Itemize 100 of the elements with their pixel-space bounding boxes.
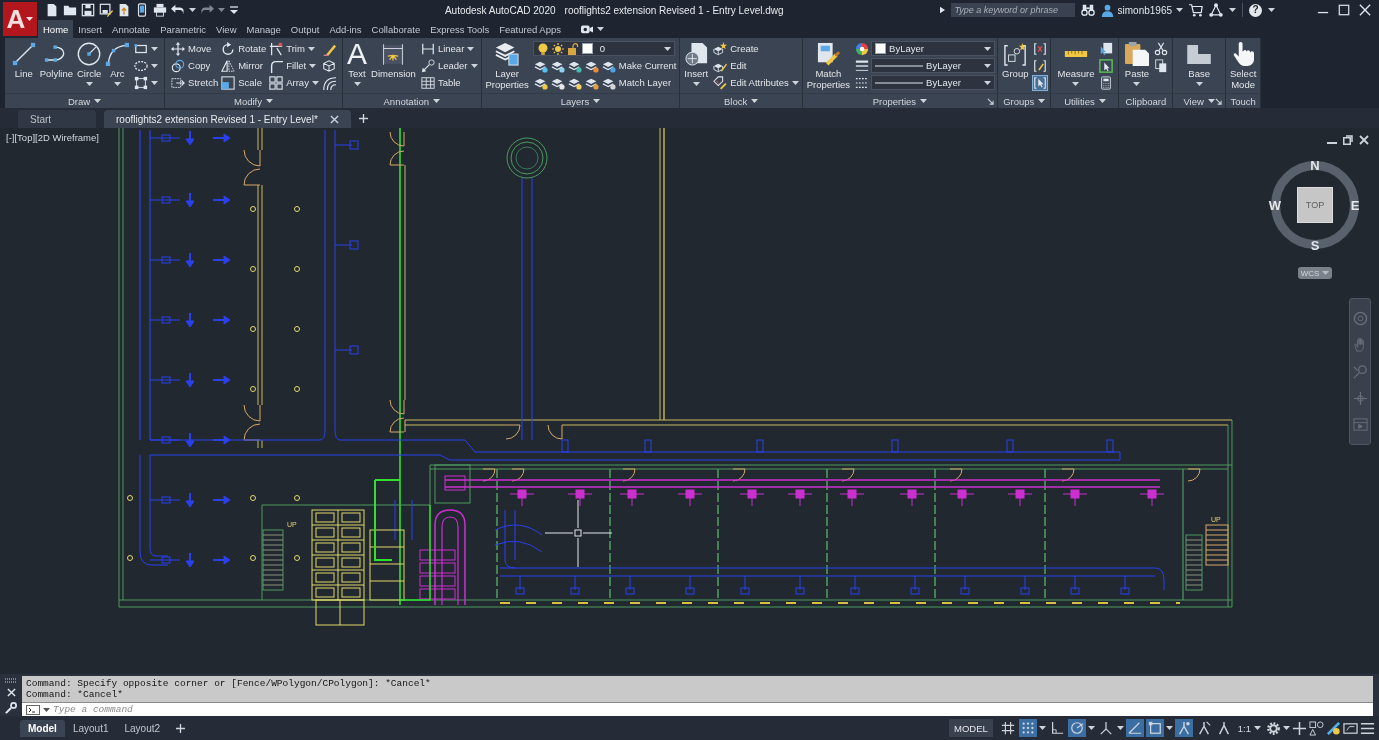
caret-icon[interactable] [1087,726,1095,730]
ribbon-button[interactable]: A Text [345,40,369,87]
ribbon-button[interactable]: Measure [1055,40,1097,87]
tool-button[interactable] [854,40,871,57]
screen-icon[interactable] [1343,720,1358,736]
tool-button[interactable]: Array [268,74,320,91]
corner-arrow-icon[interactable] [1214,97,1222,105]
caret-icon[interactable] [1116,726,1124,730]
cart-icon[interactable] [1189,3,1203,17]
mobile-device-icon[interactable] [135,3,149,17]
panel-title[interactable]: Touch [1230,95,1256,107]
corner-arrow-icon[interactable] [987,97,995,105]
file-tab[interactable]: Start [18,110,96,128]
folder-icon[interactable] [63,3,77,17]
ribbon-button[interactable]: Paste [1122,40,1152,87]
panel-title[interactable]: Properties [872,95,928,107]
panel-title[interactable]: Utilities [1064,95,1106,107]
ribbon-button[interactable]: Polyline [37,40,75,87]
tool-button[interactable]: Scale [220,74,268,91]
ribbon-button[interactable]: Insert [682,40,711,87]
tool-button[interactable] [1153,40,1170,57]
model-space-button[interactable]: MODEL [949,719,993,737]
panel-title[interactable]: Annotation [383,95,440,107]
ribbon-tab[interactable]: Parametric [155,20,212,38]
visual-style-menu[interactable]: [2D Wireframe] [35,132,99,143]
tool-button[interactable]: Edit Attributes [712,74,800,91]
bar-caret-icon[interactable] [229,6,239,14]
panel-title[interactable]: Layers [560,95,601,107]
tool-button[interactable] [133,74,160,91]
tool-button[interactable] [1098,40,1115,57]
color-dropdown[interactable]: ByLayer [871,41,996,56]
document-icon[interactable] [45,3,59,17]
ribbon-tab[interactable]: Home [38,20,74,38]
tool-button[interactable]: Table [419,74,479,91]
app-menu-button[interactable]: A [3,2,37,36]
caret-icon[interactable] [1165,726,1173,730]
ribbon-button[interactable]: Group [1000,40,1031,81]
restore-icon[interactable] [1343,135,1353,145]
ribbon-tab[interactable]: Express Tools [425,20,495,38]
close-icon[interactable] [1359,4,1371,16]
caret-icon[interactable] [1268,8,1275,12]
layout-tab[interactable]: Model [20,719,65,737]
document-arrow-icon[interactable] [117,3,131,17]
ribbon-tab[interactable]: Output [285,20,325,38]
caret-icon[interactable] [218,8,225,12]
caret-icon[interactable] [596,27,604,31]
layer-dropdown[interactable]: 0 [532,41,675,56]
tool-button[interactable]: Linear [419,40,479,57]
layout-tab[interactable]: Layout2 [116,719,169,737]
viewport-menu[interactable]: [-] [6,132,15,143]
ribbon-tab[interactable]: Insert [73,20,108,38]
tool-button[interactable] [1032,57,1049,74]
tool-button[interactable]: Fillet [268,57,320,74]
tool-button[interactable]: Edit [712,57,800,74]
ribbon-button[interactable]: Dimension [369,40,418,87]
ribbon-button[interactable]: Select Mode [1227,40,1259,91]
layout-tab[interactable]: Layout1 [64,719,117,737]
ribbon-tab[interactable]: Annotate [107,20,156,38]
ribbon-tab[interactable]: Featured Apps [494,20,566,38]
plus-icon[interactable] [1292,720,1307,736]
ribbon-button[interactable]: Circle [75,40,104,87]
status-toggle[interactable] [1145,719,1164,737]
disk-pencil-icon[interactable] [99,3,113,17]
tool-button[interactable] [1032,74,1049,91]
shapes-icon[interactable] [1309,720,1324,736]
status-toggle[interactable] [1174,719,1193,737]
panel-title[interactable]: Groups [1003,95,1046,107]
tool-button[interactable]: Match Layer [600,74,678,91]
triangle-nodes-icon[interactable] [1209,3,1223,17]
tool-button[interactable]: Copy [170,57,220,74]
tool-button[interactable]: Rotate [220,40,268,57]
caret-icon[interactable] [43,707,50,712]
viewcube-top-face[interactable]: TOP [1297,187,1333,223]
tool-button[interactable]: Trim [268,40,320,57]
caret-icon[interactable] [1038,726,1046,730]
caret-icon[interactable] [1283,726,1290,730]
plus-icon[interactable] [358,113,368,123]
status-toggle[interactable] [1067,719,1086,737]
close-icon[interactable] [329,114,339,124]
ribbon-tab[interactable]: Collaborate [366,20,426,38]
panel-title[interactable]: Block [723,95,759,107]
ribbon-tab[interactable]: View [211,20,242,38]
binoculars-icon[interactable] [1080,3,1095,17]
panel-title[interactable]: Clipboard [1125,95,1167,107]
triangle-right-icon[interactable] [939,6,945,14]
ribbon-button[interactable]: Arc [103,40,132,87]
plus-icon[interactable] [176,723,186,733]
tool-button[interactable] [320,74,337,91]
graphics-icon[interactable] [1326,720,1341,736]
close-icon[interactable] [6,688,16,697]
caret-icon[interactable] [1229,8,1236,12]
printer-icon[interactable] [153,3,167,17]
panel-title[interactable]: Modify [234,95,273,107]
search-field[interactable]: Type a keyword or phrase [950,3,1075,17]
annotation-scale-menu[interactable]: 1:1 [1234,719,1264,737]
gear-icon[interactable] [1266,720,1281,736]
tool-button[interactable]: Create [712,40,800,57]
compass-direction[interactable]: E [1350,198,1360,212]
close-icon[interactable] [1359,135,1369,145]
tool-button[interactable]: Stretch [170,74,220,91]
